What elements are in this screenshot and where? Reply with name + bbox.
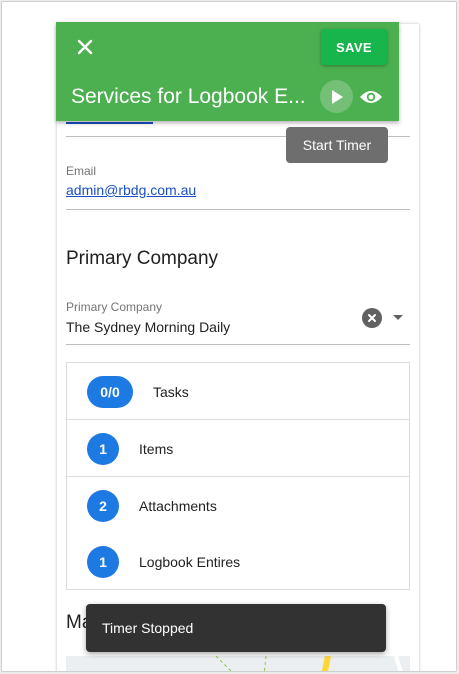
count-badge: 0/0	[87, 376, 133, 408]
divider-email	[66, 209, 410, 210]
close-icon[interactable]	[74, 36, 96, 58]
save-button[interactable]: SAVE	[321, 29, 387, 65]
top-link-fragment	[66, 122, 153, 124]
app-bar: SAVE Services for Logbook E...	[56, 22, 399, 121]
record-panel: Email admin@rbdg.com.au Primary Company …	[57, 24, 419, 671]
count-badge: 2	[87, 490, 119, 522]
snackbar: Timer Stopped	[86, 604, 386, 652]
clear-icon[interactable]	[362, 308, 382, 328]
list-item-tasks[interactable]: 0/0 Tasks	[67, 363, 409, 420]
list-item-logbook-entries[interactable]: 1 Logbook Entires	[67, 533, 409, 590]
related-items-list: 0/0 Tasks 1 Items 2 Attachments 1 Logboo…	[66, 362, 410, 590]
play-icon[interactable]	[320, 80, 353, 113]
snackbar-message: Timer Stopped	[102, 620, 194, 636]
page-title: Services for Logbook E...	[71, 85, 306, 108]
list-item-items[interactable]: 1 Items	[67, 420, 409, 477]
email-label: Email	[66, 164, 97, 178]
divider-company	[66, 344, 410, 345]
count-badge: 1	[87, 546, 119, 578]
eye-icon[interactable]	[357, 83, 385, 111]
list-item-label: Items	[139, 441, 174, 457]
primary-company-label: Primary Company	[66, 300, 163, 314]
map-preview[interactable]	[66, 655, 410, 671]
start-timer-tooltip: Start Timer	[286, 127, 388, 163]
count-badge: 1	[87, 433, 119, 465]
list-item-label: Logbook Entires	[139, 554, 241, 570]
list-item-attachments[interactable]: 2 Attachments	[67, 477, 409, 534]
primary-company-heading: Primary Company	[66, 248, 219, 269]
primary-company-value[interactable]: The Sydney Morning Daily	[66, 319, 230, 335]
email-link[interactable]: admin@rbdg.com.au	[66, 182, 196, 198]
list-item-label: Tasks	[153, 384, 189, 400]
chevron-down-icon[interactable]	[393, 315, 403, 320]
list-item-label: Attachments	[139, 498, 217, 514]
